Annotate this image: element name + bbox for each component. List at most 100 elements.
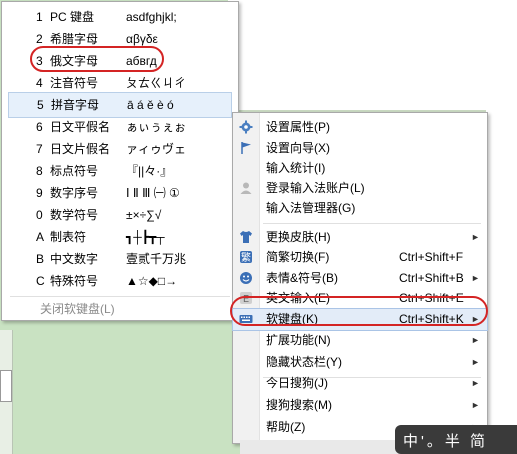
menu-item-label: 简繁切换(F)	[266, 250, 330, 264]
item-label: PC 键盘	[50, 10, 95, 24]
menu-item-extensions[interactable]: 扩展功能(N) ►	[233, 330, 487, 351]
item-sample: ±×÷∑√	[126, 208, 162, 222]
soft-kb-item-special[interactable]: C 特殊符号 ▲☆◆□→	[6, 269, 232, 293]
menu-item-shortcut: Ctrl+Shift+B	[399, 271, 464, 285]
item-key: 3	[36, 54, 43, 68]
menu-item-label: 设置向导(X)	[266, 141, 330, 155]
menu-item-input-stats[interactable]: 输入统计(I)	[233, 158, 487, 179]
ime-context-menu: 设置属性(P) 设置向导(X) 输入统计(I) 登录输入法账户(L) 输入法管理…	[232, 112, 488, 444]
submenu-arrow-icon: ►	[471, 273, 480, 283]
menu-item-label: 登录输入法账户(L)	[266, 181, 365, 195]
soft-kb-item-punctuation[interactable]: 8 标点符号 『||々·』	[6, 159, 232, 183]
item-sample: αβγδε	[126, 32, 158, 46]
item-sample: asdfghjkl;	[126, 10, 177, 24]
item-key: B	[36, 252, 45, 266]
item-sample: 壹贰千万兆	[126, 252, 187, 266]
menu-item-label: 英文输入(E)	[266, 291, 330, 305]
window-background-right	[486, 110, 517, 454]
close-soft-keyboard-item[interactable]: 关闭软键盘(L)	[40, 300, 115, 317]
soft-kb-item-pc[interactable]: 1 PC 键盘 asdfghjkl;	[6, 5, 232, 29]
menu-item-setup-wizard[interactable]: 设置向导(X)	[233, 138, 487, 159]
item-key: C	[36, 274, 45, 288]
item-key: 7	[36, 142, 43, 156]
soft-kb-item-math[interactable]: 0 数学符号 ±×÷∑√	[6, 203, 232, 227]
svg-text:E: E	[243, 294, 249, 305]
item-key: 2	[36, 32, 43, 46]
shirt-icon	[240, 231, 252, 243]
submenu-arrow-icon: ►	[471, 314, 480, 324]
item-sample: ぁぃぅぇぉ	[126, 120, 187, 134]
soft-kb-item-box-drawing[interactable]: A 制表符 ┓┼┣┳┬	[6, 225, 232, 249]
menu-item-soft-keyboard[interactable]: 软键盘(K) Ctrl+Shift+K ►	[232, 308, 488, 331]
menu-item-label: 输入法管理器(G)	[266, 201, 356, 215]
soft-kb-item-numerals[interactable]: 9 数字序号 Ⅰ Ⅱ Ⅲ ㈠ ①	[6, 181, 232, 205]
menu-item-english[interactable]: E 英文输入(E) Ctrl+Shift+E	[233, 288, 487, 309]
submenu-arrow-icon: ►	[471, 400, 480, 410]
english-icon: E	[240, 292, 252, 305]
item-label: 中文数字	[50, 252, 99, 266]
smiley-icon	[240, 272, 252, 284]
menu-divider	[10, 296, 230, 297]
soft-kb-item-greek[interactable]: 2 希腊字母 αβγδε	[6, 27, 232, 51]
menu-item-shortcut: Ctrl+Shift+K	[399, 312, 464, 326]
soft-kb-item-russian[interactable]: 3 俄文字母 абвгд	[6, 49, 232, 73]
item-key: 0	[36, 208, 43, 222]
menu-item-label: 表情&符号(B)	[266, 271, 339, 285]
item-label: 数学符号	[50, 208, 99, 222]
menu-item-ime-manager[interactable]: 输入法管理器(G)	[233, 198, 487, 219]
menu-divider	[263, 223, 481, 224]
item-key: 5	[37, 98, 44, 112]
item-sample: ▲☆◆□→	[126, 274, 178, 288]
menu-item-emoji[interactable]: 表情&符号(B) Ctrl+Shift+B ►	[233, 268, 487, 289]
submenu-arrow-icon: ►	[471, 232, 480, 242]
submenu-arrow-icon: ►	[471, 335, 480, 345]
item-sample: Ⅰ Ⅱ Ⅲ ㈠ ①	[126, 186, 180, 200]
menu-item-shortcut: Ctrl+Shift+F	[399, 250, 464, 264]
item-key: 8	[36, 164, 43, 178]
item-key: 9	[36, 186, 43, 200]
item-label: 特殊符号	[50, 274, 99, 288]
item-sample: 『||々·』	[126, 164, 173, 178]
trad-simp-icon: 繁	[240, 251, 252, 264]
item-label: 数字序号	[50, 186, 99, 200]
menu-item-label: 隐藏状态栏(Y)	[266, 355, 342, 369]
soft-keyboard-menu: 1 PC 键盘 asdfghjkl; 2 希腊字母 αβγδε 3 俄文字母 абвгд 4…	[1, 1, 239, 321]
menu-item-hide-status-bar[interactable]: 隐藏状态栏(Y) ►	[233, 352, 487, 373]
item-sample: абвгд	[126, 54, 157, 68]
item-key: 6	[36, 120, 43, 134]
window-background-top	[228, 0, 517, 110]
item-label: 希腊字母	[50, 32, 99, 46]
soft-kb-item-hiragana[interactable]: 6 日文平假名 ぁぃぅぇぉ	[6, 115, 232, 139]
item-label: 标点符号	[50, 164, 99, 178]
item-sample: ┓┼┣┳┬	[126, 230, 165, 244]
menu-item-login[interactable]: 登录输入法账户(L)	[233, 178, 487, 199]
item-label: 日文片假名	[50, 142, 111, 156]
flag-icon	[241, 142, 251, 154]
menu-item-sogou-search[interactable]: 搜狗搜索(M) ►	[233, 395, 487, 416]
menu-item-trad-simp[interactable]: 繁 简繁切换(F) Ctrl+Shift+F	[233, 247, 487, 268]
menu-item-label: 搜狗搜索(M)	[266, 398, 332, 412]
item-key: A	[36, 230, 45, 244]
item-label: 俄文字母	[50, 54, 99, 68]
item-label: 日文平假名	[50, 120, 111, 134]
menu-item-today-sogou[interactable]: 今日搜狗(J) ►	[233, 373, 487, 394]
item-label: 制表符	[50, 230, 87, 244]
left-edge-box	[0, 370, 12, 402]
ime-status-bar[interactable]: 中'。半 简	[395, 425, 517, 454]
gear-icon	[239, 120, 253, 134]
item-label: 拼音字母	[51, 98, 100, 112]
ime-status-text: 中'。半 简	[403, 433, 489, 450]
soft-kb-item-chinese-numerals[interactable]: B 中文数字 壹贰千万兆	[6, 247, 232, 271]
item-sample: ァィゥヴェ	[126, 142, 187, 156]
menu-item-change-skin[interactable]: 更换皮肤(H) ►	[233, 227, 487, 248]
menu-item-settings[interactable]: 设置属性(P)	[233, 117, 487, 138]
soft-kb-item-katakana[interactable]: 7 日文片假名 ァィゥヴェ	[6, 137, 232, 161]
user-icon	[240, 182, 252, 194]
item-sample: ā á ě è ó	[127, 98, 174, 112]
menu-item-shortcut: Ctrl+Shift+E	[399, 291, 464, 305]
menu-item-label: 软键盘(K)	[266, 312, 318, 326]
svg-text:繁: 繁	[241, 251, 251, 264]
menu-item-label: 今日搜狗(J)	[266, 376, 328, 390]
menu-item-label: 设置属性(P)	[266, 120, 330, 134]
menu-item-label: 扩展功能(N)	[266, 333, 331, 347]
